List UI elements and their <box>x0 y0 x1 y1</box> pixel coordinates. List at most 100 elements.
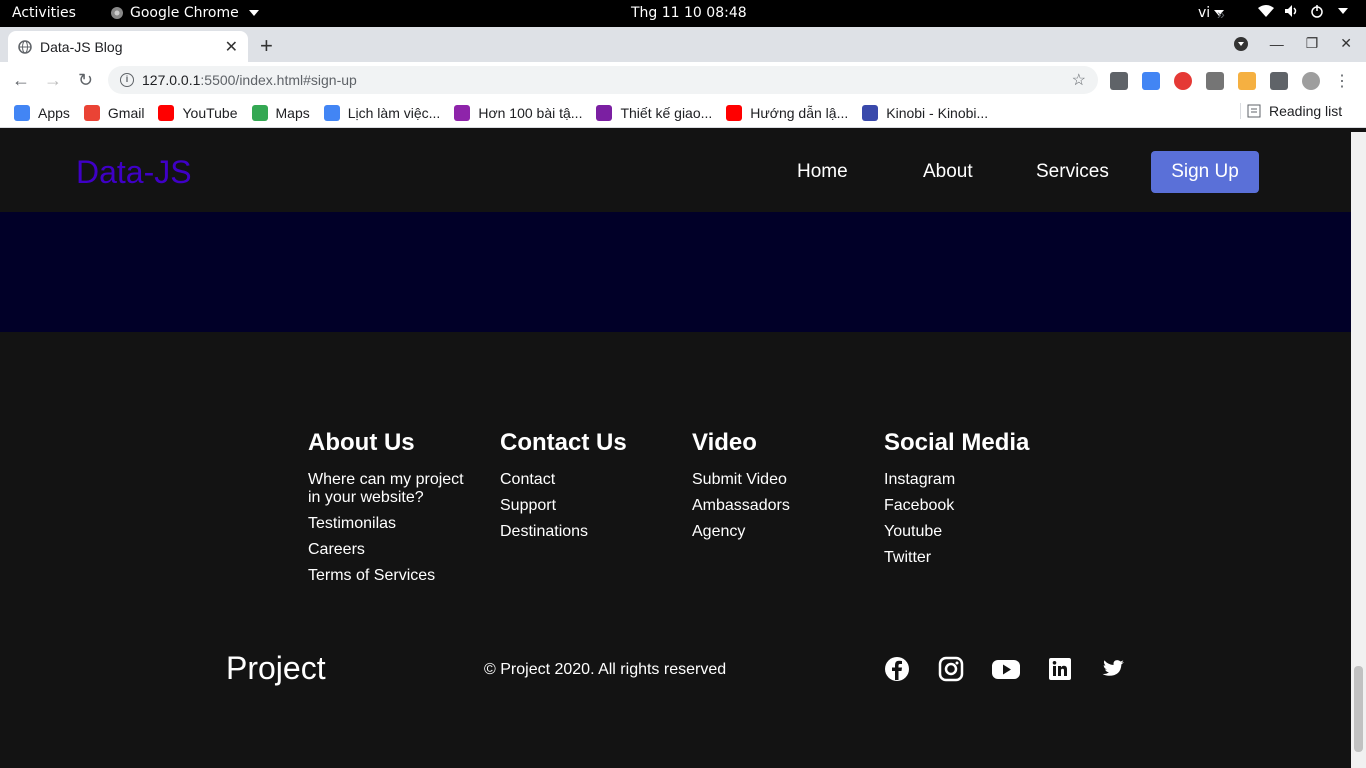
bookmark-item[interactable]: Thiết kế giao... <box>596 104 713 121</box>
footer-column: Video Submit Video Ambassadors Agency <box>692 429 862 549</box>
browser-toolbar: ← → ↻ i 127.0.0.1:5500/index.html#sign-u… <box>0 62 1366 98</box>
bookmark-label: Apps <box>38 104 70 121</box>
footer-link[interactable]: Where can my project in your website? <box>308 471 478 507</box>
footer-link[interactable]: Terms of Services <box>308 567 478 585</box>
nav-home[interactable]: Home <box>797 161 848 183</box>
bookmark-label: Maps <box>275 104 310 121</box>
footer-link[interactable]: Submit Video <box>692 471 862 489</box>
footer-link[interactable]: Support <box>500 497 670 515</box>
bookmark-label: Kinobi - Kinobi... <box>886 104 989 121</box>
bookmark-label: Thiết kế giao... <box>620 104 713 121</box>
restore-icon[interactable]: ❐ <box>1306 35 1319 52</box>
footer-link[interactable]: Destinations <box>500 523 670 541</box>
extension-icon[interactable] <box>1238 72 1256 90</box>
footer-link[interactable]: Instagram <box>884 471 1084 489</box>
calendar-icon <box>323 104 340 121</box>
footer-link[interactable]: Agency <box>692 523 862 541</box>
menu-icon[interactable]: ⋮ <box>1334 71 1350 91</box>
address-bar[interactable]: i 127.0.0.1:5500/index.html#sign-up ☆ <box>108 66 1098 94</box>
chevron-down-icon <box>1338 8 1348 14</box>
footer-link[interactable]: Careers <box>308 541 478 559</box>
window-controls: — ❐ ✕ <box>1233 35 1352 52</box>
linkedin-icon[interactable] <box>1047 656 1073 682</box>
footer-link[interactable]: Youtube <box>884 523 1084 541</box>
tab-title: Data-JS Blog <box>40 38 123 55</box>
bookmark-label: YouTube <box>182 104 238 121</box>
apps-grid-icon <box>14 104 30 121</box>
footer-column-heading: About Us <box>308 429 415 456</box>
reload-button[interactable]: ↻ <box>78 70 93 91</box>
footer-link[interactable]: Ambassadors <box>692 497 862 515</box>
maps-icon <box>251 104 268 121</box>
system-tray[interactable] <box>1258 4 1348 18</box>
new-tab-button[interactable]: + <box>260 33 273 59</box>
translate-icon[interactable] <box>1142 72 1160 90</box>
footer-link[interactable]: Twitter <box>884 549 1084 567</box>
activities-button[interactable]: Activities <box>12 5 76 21</box>
youtube-icon <box>726 104 743 121</box>
tab-data-js-blog[interactable]: Data-JS Blog ✕ <box>8 31 248 62</box>
reading-list-icon <box>1247 104 1261 118</box>
bookmark-item[interactable]: Hơn 100 bài tậ... <box>454 104 583 121</box>
bookmark-item[interactable]: YouTube <box>158 104 238 121</box>
clock[interactable]: Thg 11 10 08:48 <box>631 5 747 21</box>
url-host: 127.0.0.1 <box>142 72 201 88</box>
minimize-icon[interactable]: — <box>1270 36 1284 52</box>
site-info-icon[interactable]: i <box>120 73 134 87</box>
twitter-icon[interactable] <box>1100 656 1126 682</box>
back-button[interactable]: ← <box>12 70 30 91</box>
youtube-icon <box>158 104 175 121</box>
close-window-icon[interactable]: ✕ <box>1340 35 1352 52</box>
close-tab-icon[interactable]: ✕ <box>225 37 238 57</box>
more-bookmarks-button[interactable]: » <box>1217 6 1225 22</box>
footer-brand[interactable]: Project <box>226 650 326 687</box>
bookmark-item[interactable]: Maps <box>251 104 310 121</box>
bookmark-label: Hướng dẫn lậ... <box>750 104 849 121</box>
bookmark-item[interactable]: Kinobi - Kinobi... <box>862 104 989 121</box>
tab-strip: Data-JS Blog ✕ + — ❐ ✕ <box>0 27 1366 62</box>
tab-search-icon[interactable] <box>1233 36 1248 51</box>
lambda-icon <box>596 104 613 121</box>
scrollbar-thumb[interactable] <box>1354 666 1363 752</box>
footer-column: Contact Us Contact Support Destinations <box>500 429 670 549</box>
facebook-icon[interactable] <box>884 656 910 682</box>
nav-about[interactable]: About <box>923 161 973 183</box>
wifi-icon <box>1258 5 1274 17</box>
gmail-icon <box>83 104 100 121</box>
bookmark-item[interactable]: Apps <box>14 104 70 121</box>
site-logo[interactable]: Data-JS <box>76 154 192 191</box>
bookmark-label: Lịch làm việc... <box>347 104 441 121</box>
bookmark-item[interactable]: Hướng dẫn lậ... <box>726 104 849 121</box>
at-sign-icon <box>454 104 471 121</box>
footer-link[interactable]: Facebook <box>884 497 1084 515</box>
extension-icon[interactable] <box>1110 72 1128 90</box>
instagram-icon[interactable] <box>938 656 964 682</box>
bookmark-star-icon[interactable]: ☆ <box>1072 70 1086 90</box>
footer-column-heading: Social Media <box>884 429 1030 456</box>
hero-section <box>0 212 1351 332</box>
bookmark-label: Gmail <box>107 104 145 121</box>
power-icon <box>1311 5 1323 18</box>
extensions-area: ⋮ <box>1110 71 1350 91</box>
nav-services[interactable]: Services <box>1036 161 1109 183</box>
forward-button[interactable]: → <box>44 70 62 91</box>
footer-link[interactable]: Testimonilas <box>308 515 478 533</box>
puzzle-icon[interactable] <box>1270 72 1288 90</box>
avatar[interactable] <box>1302 72 1320 90</box>
extension-icon[interactable] <box>1206 72 1224 90</box>
bookmark-item[interactable]: Lịch làm việc... <box>323 104 441 121</box>
bookmark-item[interactable]: Gmail <box>83 104 145 121</box>
chrome-icon <box>111 7 123 19</box>
app-name: Google Chrome <box>130 5 239 21</box>
page-scrollbar[interactable] <box>1351 132 1366 768</box>
bookmark-label: Hơn 100 bài tậ... <box>478 104 583 121</box>
kinobi-icon <box>862 104 879 121</box>
footer-column: About Us Where can my project in your web… <box>308 429 478 593</box>
copyright-text: © Project 2020. All rights reserved <box>484 661 727 678</box>
reading-list-button[interactable]: Reading list <box>1240 103 1342 119</box>
footer-link[interactable]: Contact <box>500 471 670 489</box>
adblock-icon[interactable] <box>1174 72 1192 90</box>
sign-up-button[interactable]: Sign Up <box>1151 151 1259 193</box>
youtube-icon[interactable] <box>991 656 1021 682</box>
app-menu[interactable]: Google Chrome <box>110 5 259 21</box>
